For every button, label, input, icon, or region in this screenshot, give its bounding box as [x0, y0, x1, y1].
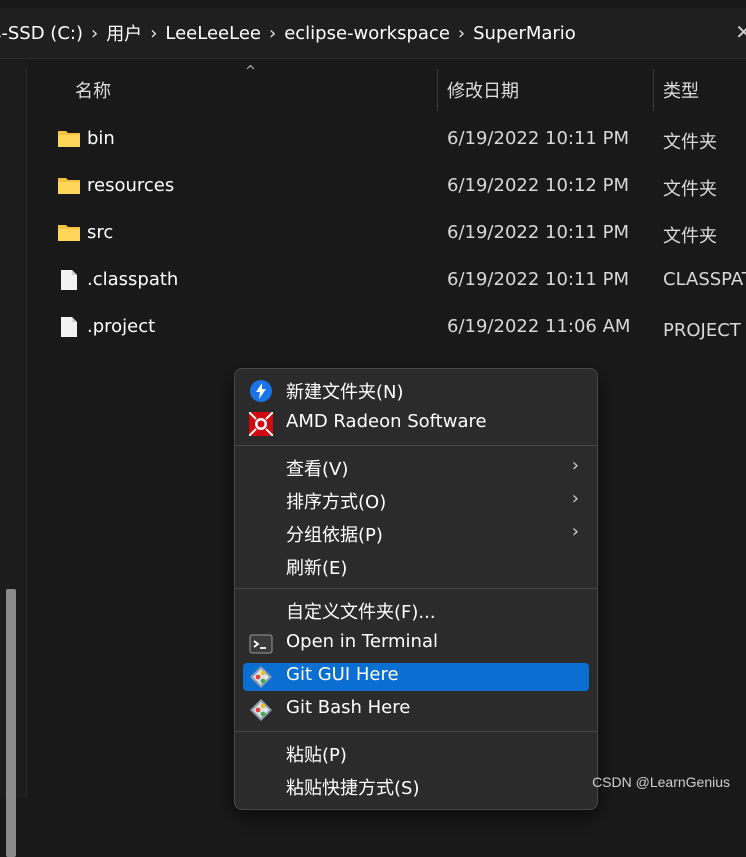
column-divider[interactable]: [437, 69, 438, 111]
file-row[interactable]: .project 6/19/2022 11:06 AM PROJECT 文件: [27, 304, 746, 351]
breadcrumb-users[interactable]: 用户: [98, 20, 150, 46]
file-name: .project: [87, 316, 156, 337]
file-type: PROJECT 文件: [663, 320, 746, 341]
menu-item-label: Git Bash Here: [286, 697, 411, 718]
folder-icon: [57, 222, 81, 246]
file-type: 文件夹: [663, 132, 717, 153]
terminal-icon: [249, 632, 273, 656]
menu-separator: [235, 731, 597, 732]
file-type: CLASSPATH: [663, 269, 746, 290]
menu-item-paste[interactable]: 粘贴(P): [243, 740, 589, 768]
column-divider[interactable]: [653, 69, 654, 111]
column-date[interactable]: 修改日期: [447, 77, 519, 103]
breadcrumb-project[interactable]: SuperMario: [465, 23, 584, 44]
chevron-right-icon: ›: [571, 521, 579, 542]
file-row[interactable]: src 6/19/2022 10:11 PM 文件夹: [27, 210, 746, 257]
sort-up-icon: ^: [245, 64, 256, 79]
menu-item-git-bash[interactable]: Git Bash Here: [243, 696, 589, 724]
file-date: 6/19/2022 10:11 PM: [447, 222, 629, 243]
git-icon: [249, 665, 273, 689]
breadcrumb-workspace[interactable]: eclipse-workspace: [276, 23, 458, 44]
nav-scrollbar[interactable]: [6, 589, 16, 857]
column-header: ^ 名称 修改日期 类型: [27, 64, 746, 111]
menu-item-label: 自定义文件夹(F)...: [286, 602, 436, 623]
file-date: 6/19/2022 10:11 PM: [447, 128, 629, 149]
menu-item-label: Open in Terminal: [286, 631, 438, 652]
address-bar[interactable]: s-SSD (C:) › 用户 › LeeLeeLee › eclipse-wo…: [0, 8, 746, 59]
folder-icon: [57, 128, 81, 152]
menu-item-label: AMD Radeon Software: [286, 411, 487, 432]
chevron-right-icon[interactable]: ›: [91, 23, 98, 44]
watermark: CSDN @LearnGenius: [592, 774, 730, 790]
breadcrumb: s-SSD (C:) › 用户 › LeeLeeLee › eclipse-wo…: [0, 8, 584, 58]
file-name: resources: [87, 175, 175, 196]
file-name: src: [87, 222, 114, 243]
file-row[interactable]: resources 6/19/2022 10:12 PM 文件夹: [27, 163, 746, 210]
file-date: 6/19/2022 11:06 AM: [447, 316, 631, 337]
file-icon: [60, 316, 78, 342]
menu-item-group-by[interactable]: 分组依据(P) ›: [243, 520, 589, 548]
menu-item-label: 排序方式(O): [286, 492, 387, 513]
close-icon[interactable]: ✕: [735, 20, 746, 44]
chevron-right-icon: ›: [571, 455, 579, 476]
breadcrumb-drive[interactable]: s-SSD (C:): [0, 23, 91, 44]
chevron-right-icon: ›: [571, 488, 579, 509]
menu-item-new-folder[interactable]: 新建文件夹(N): [243, 377, 589, 405]
chevron-right-icon[interactable]: ›: [458, 23, 465, 44]
menu-item-label: 粘贴快捷方式(S): [286, 778, 420, 799]
file-row[interactable]: bin 6/19/2022 10:11 PM 文件夹: [27, 116, 746, 163]
amd-radeon-icon: [248, 411, 274, 437]
menu-item-amd-radeon[interactable]: AMD Radeon Software: [243, 410, 589, 438]
menu-item-open-terminal[interactable]: Open in Terminal: [243, 630, 589, 658]
menu-separator: [235, 445, 597, 446]
file-date: 6/19/2022 10:12 PM: [447, 175, 629, 196]
breadcrumb-user[interactable]: LeeLeeLee: [157, 23, 269, 44]
file-name: bin: [87, 128, 115, 149]
column-name[interactable]: 名称: [75, 77, 111, 103]
menu-item-paste-shortcut[interactable]: 粘贴快捷方式(S): [243, 773, 589, 801]
menu-item-label: 新建文件夹(N): [286, 382, 404, 403]
chevron-right-icon[interactable]: ›: [150, 23, 157, 44]
file-row[interactable]: .classpath 6/19/2022 10:11 PM CLASSPATH: [27, 257, 746, 304]
chevron-right-icon[interactable]: ›: [269, 23, 276, 44]
git-icon: [249, 698, 273, 722]
file-type: 文件夹: [663, 179, 717, 200]
file-name: .classpath: [87, 269, 179, 290]
file-type: 文件夹: [663, 226, 717, 247]
new-folder-icon: [249, 379, 273, 403]
menu-item-label: Git GUI Here: [286, 664, 399, 685]
menu-item-label: 分组依据(P): [286, 525, 383, 546]
column-type[interactable]: 类型: [663, 77, 699, 103]
menu-item-view[interactable]: 查看(V) ›: [243, 454, 589, 482]
file-date: 6/19/2022 10:11 PM: [447, 269, 629, 290]
menu-item-sort-by[interactable]: 排序方式(O) ›: [243, 487, 589, 515]
menu-item-customize-folder[interactable]: 自定义文件夹(F)...: [243, 597, 589, 625]
file-icon: [60, 269, 78, 295]
menu-item-label: 查看(V): [286, 459, 349, 480]
menu-item-refresh[interactable]: 刷新(E): [243, 553, 589, 581]
folder-icon: [57, 175, 81, 199]
context-menu: 新建文件夹(N) AMD Radeon Software 查看(V) › 排序方…: [234, 368, 598, 810]
menu-item-label: 粘贴(P): [286, 745, 347, 766]
navigation-pane: [0, 59, 26, 857]
menu-item-git-gui[interactable]: Git GUI Here: [243, 663, 589, 691]
menu-item-label: 刷新(E): [286, 558, 348, 579]
menu-separator: [235, 588, 597, 589]
